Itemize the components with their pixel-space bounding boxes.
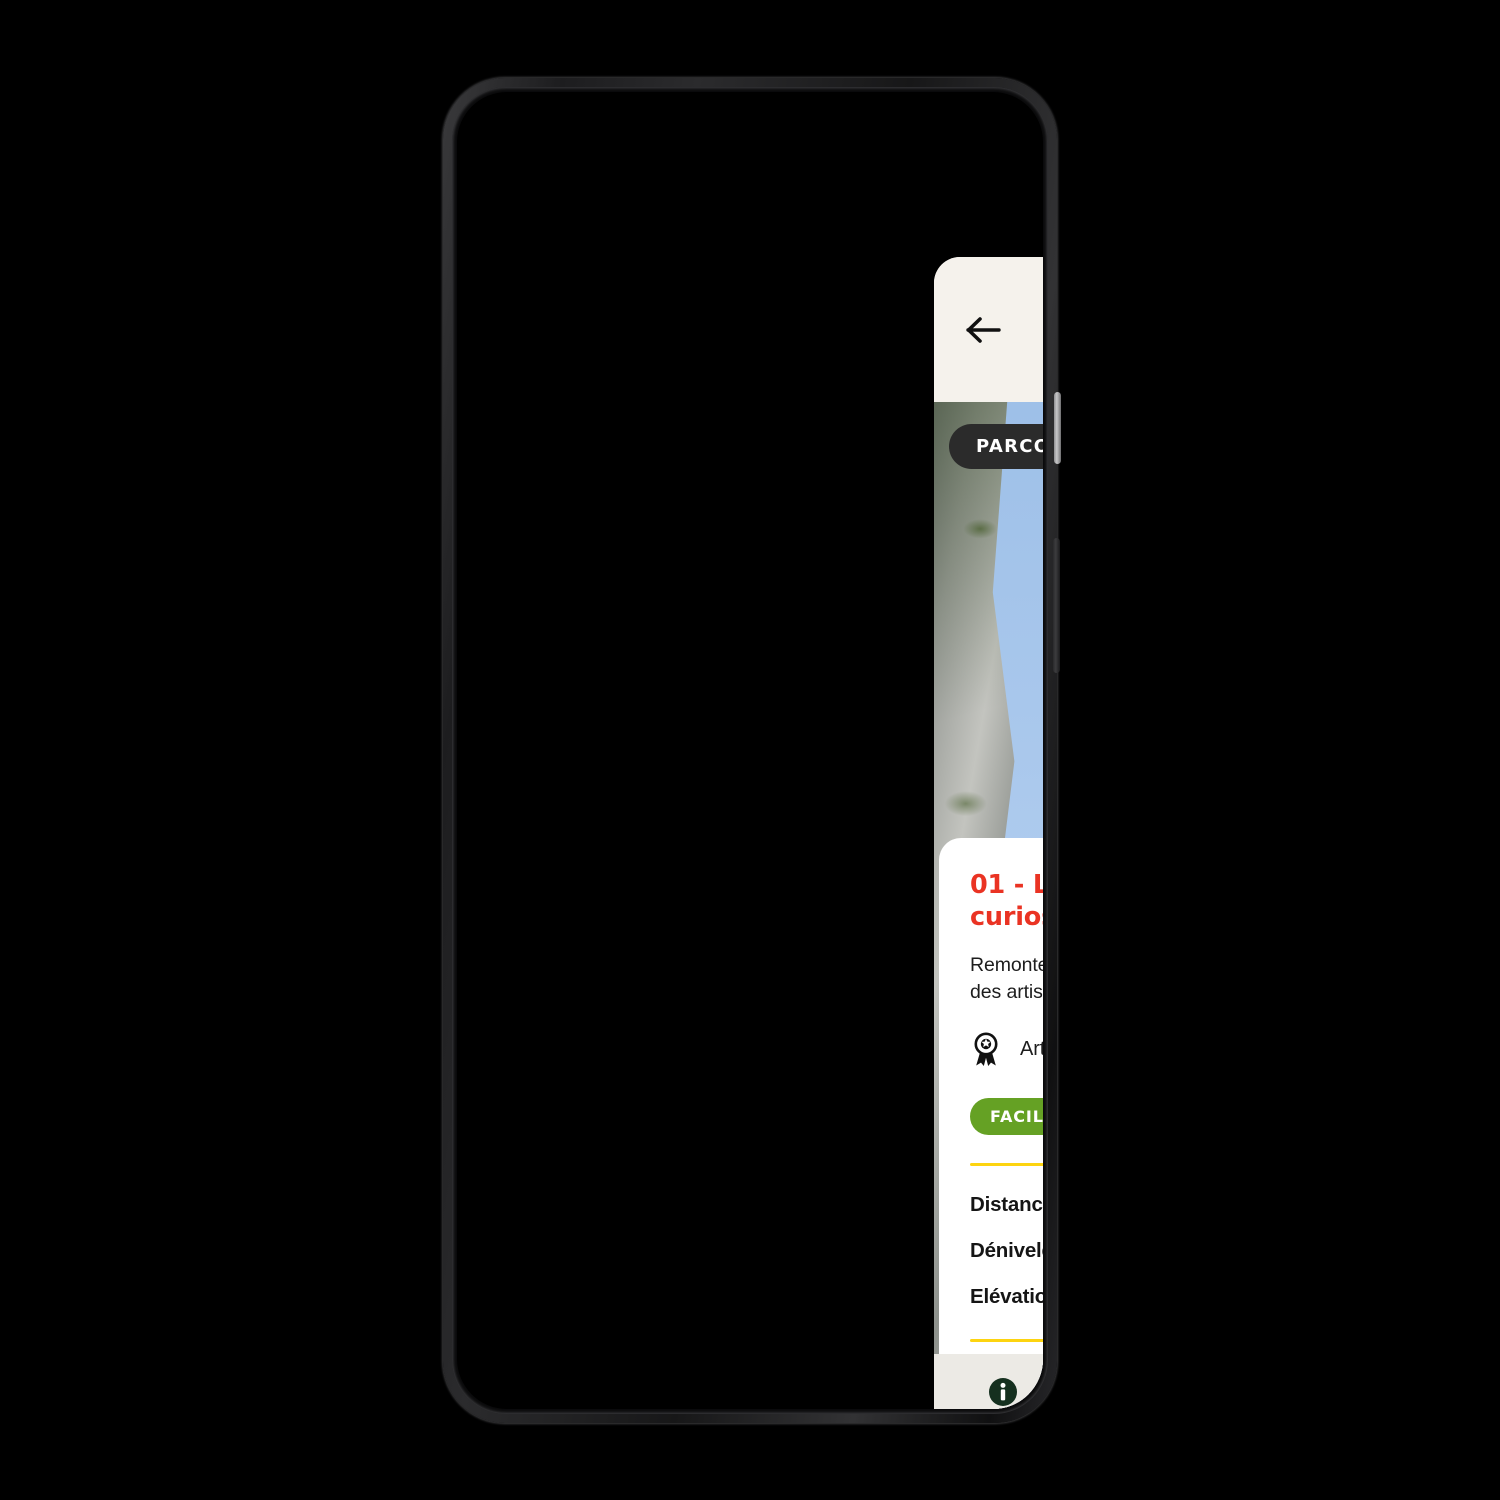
award-ribbon-icon xyxy=(974,1032,998,1066)
stat-denivele-plus-label: Dénivelé + : xyxy=(970,1238,1043,1262)
tag-pills: FACILE FAMILLES OUVERT xyxy=(970,1098,1043,1136)
app-viewport: [ MICRO AVENTURE ] xyxy=(934,257,1043,1409)
bottom-navigation: INFOS ÉTAPES PHOTOS xyxy=(934,1354,1043,1409)
stat-elevation-min-label: Elévation min : xyxy=(970,1284,1043,1308)
stat-elevation-min: Elévation min : 630 m xyxy=(970,1285,1043,1309)
theme-row: Art Contemporain xyxy=(970,1032,1043,1068)
pill-difficulty[interactable]: FACILE xyxy=(970,1098,1043,1136)
stats-grid: Distance : 47 km Trajet : Aller / retour… xyxy=(970,1166,1043,1313)
page-title: 01 - La Vallée du Bès et ses curiosités … xyxy=(970,870,1043,932)
stat-distance-label: Distance : xyxy=(970,1192,1043,1216)
stat-denivele-plus: Dénivelé + : 470 m xyxy=(970,1239,1043,1263)
info-circle-icon xyxy=(989,1377,1018,1406)
tab-infos[interactable]: INFOS xyxy=(934,1354,1043,1409)
screenshot-root: [ MICRO AVENTURE ] xyxy=(0,0,1500,1500)
app-header: [ MICRO AVENTURE ] xyxy=(934,257,1043,402)
phone-power-button[interactable] xyxy=(1053,538,1060,673)
parcours-badge[interactable]: PARCOURS xyxy=(949,424,1043,469)
phone-volume-button[interactable] xyxy=(1054,392,1061,464)
back-button[interactable] xyxy=(964,310,1004,350)
hero-image: PARCOURS xyxy=(934,402,1043,1409)
stat-distance: Distance : 47 km xyxy=(970,1193,1043,1217)
theme-label: Art Contemporain xyxy=(1020,1038,1043,1061)
description-text: Remontez à la source de l'histoire de la… xyxy=(970,954,1043,1003)
phone-screen: [ MICRO AVENTURE ] xyxy=(457,92,1043,1409)
detail-card: 01 - La Vallée du Bès et ses curiosités … xyxy=(939,838,1043,1409)
arrow-left-icon xyxy=(966,316,1001,343)
